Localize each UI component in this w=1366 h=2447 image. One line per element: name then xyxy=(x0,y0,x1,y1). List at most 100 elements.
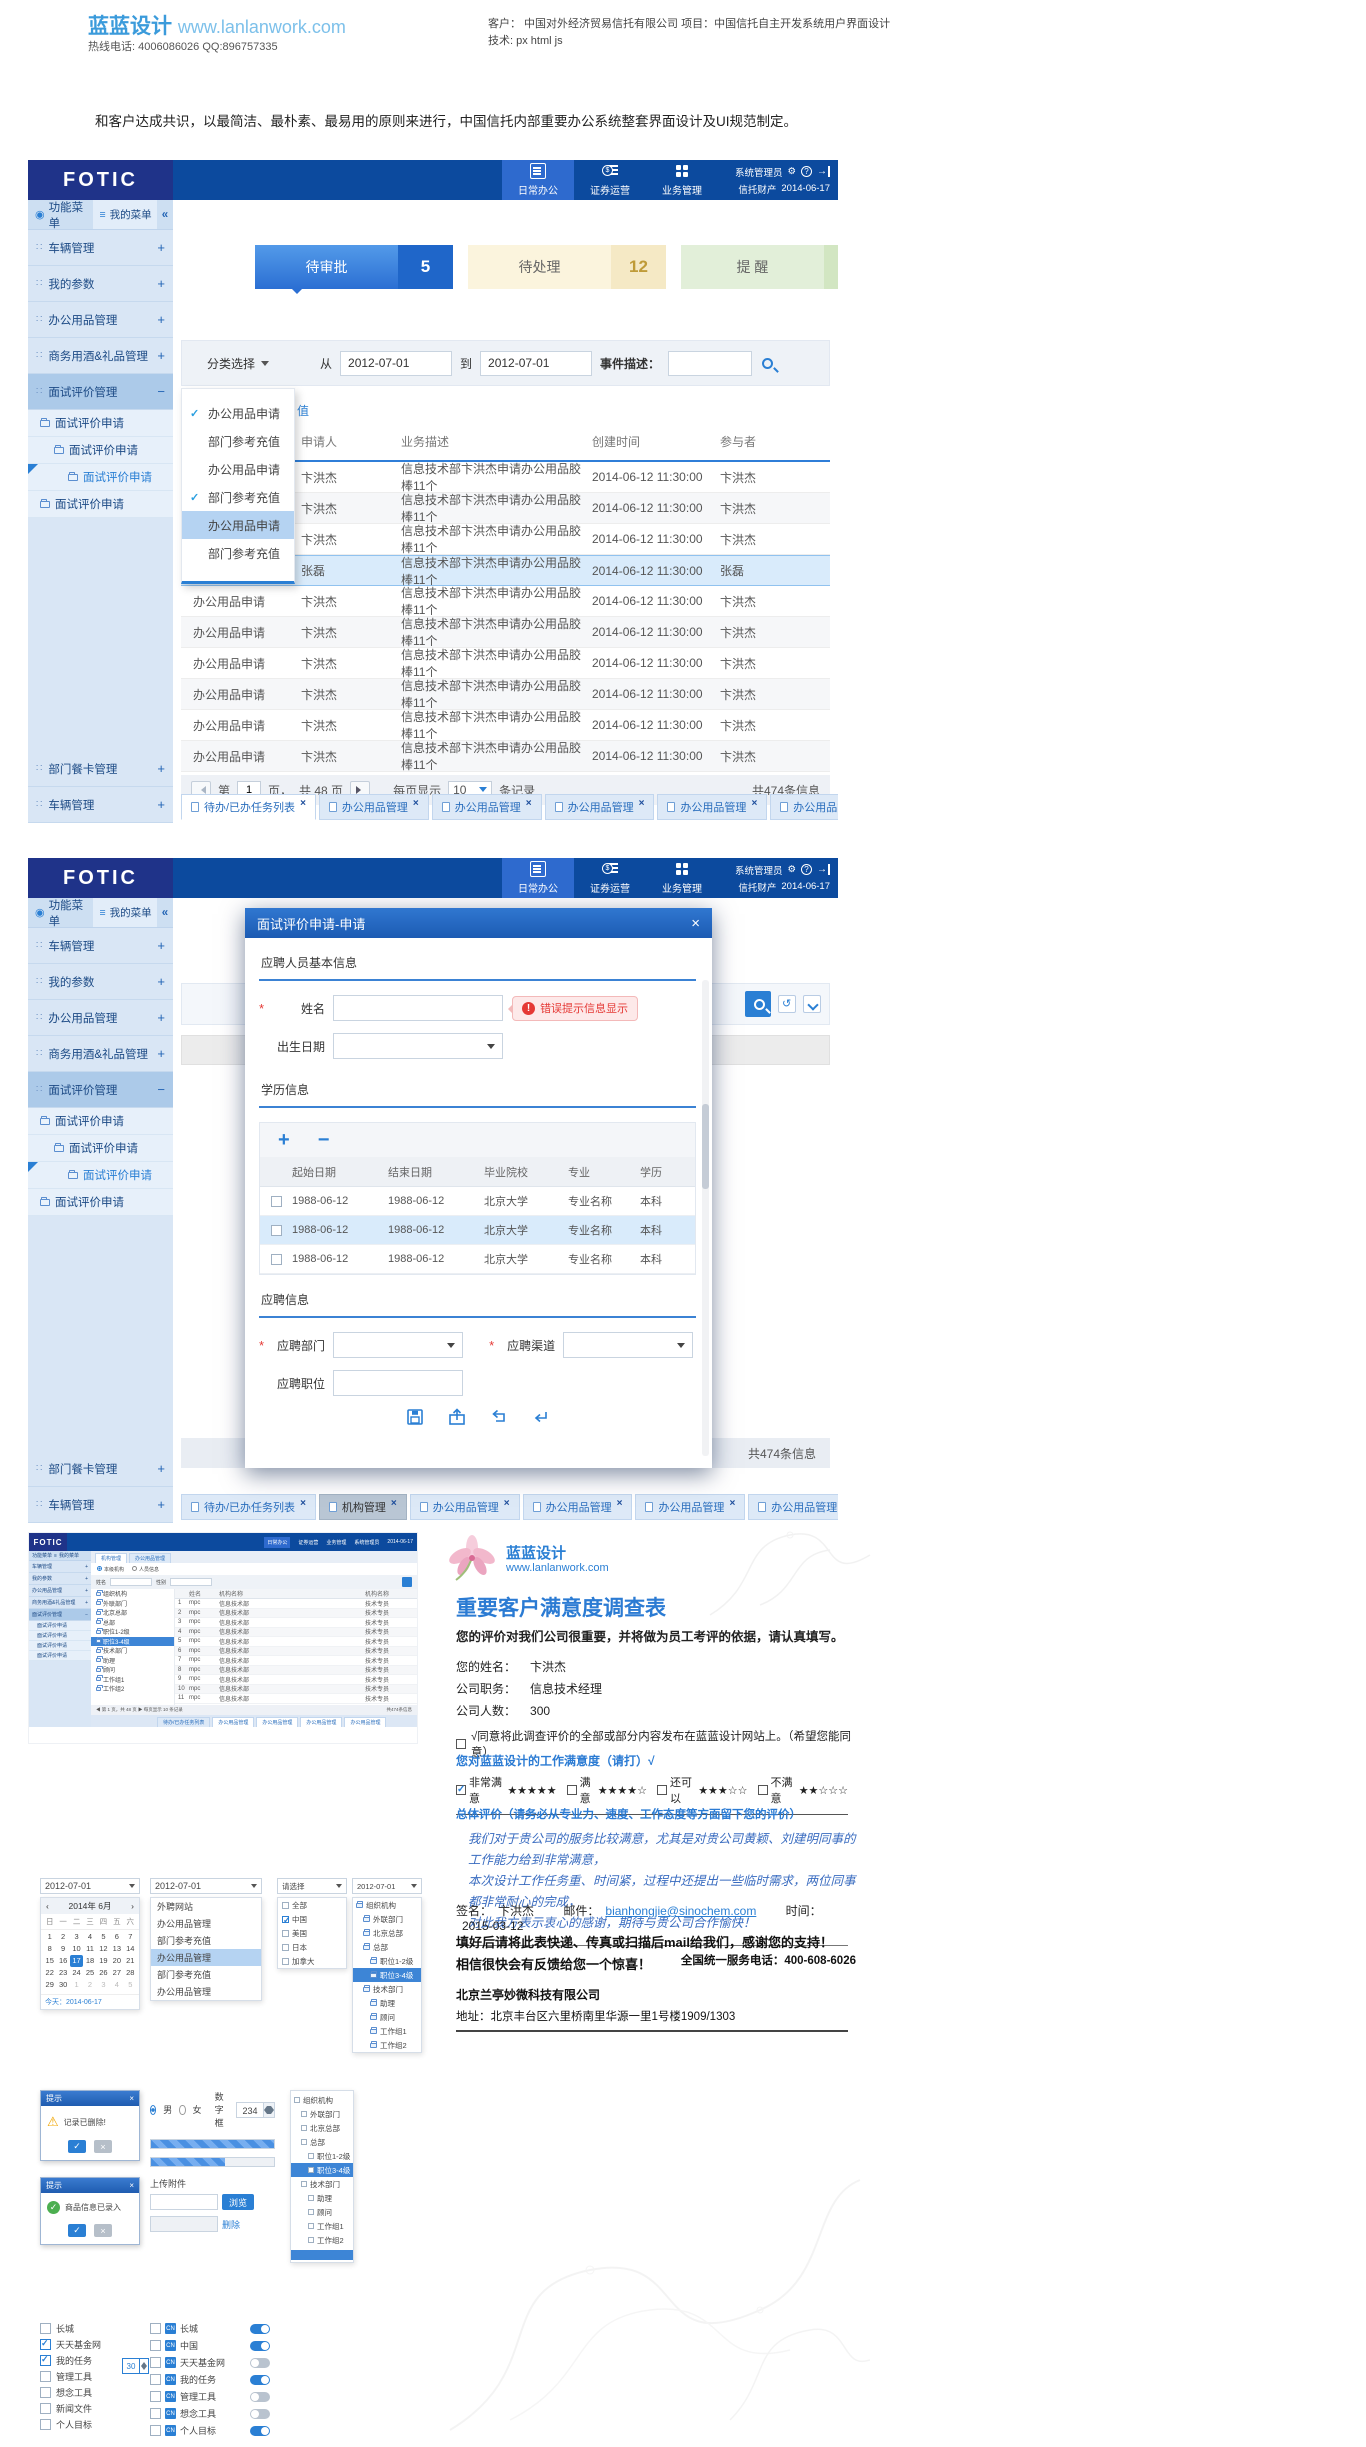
dropdown-option[interactable]: 办公用品申请 xyxy=(182,399,294,427)
calendar-day[interactable]: 26 xyxy=(97,1967,110,1979)
node-checkbox[interactable] xyxy=(294,2097,300,2103)
tree-node[interactable]: 工作组1 xyxy=(91,1675,174,1685)
toggle-list-item[interactable]: CN我的任务 xyxy=(150,2371,270,2388)
birth-date-select[interactable] xyxy=(333,1033,503,1059)
close-icon[interactable]: × xyxy=(729,1498,735,1509)
rating-checkbox[interactable] xyxy=(758,1785,768,1795)
sidebar-item[interactable]: 车辆管理+ xyxy=(28,928,173,964)
expand-toggle[interactable]: + xyxy=(157,240,165,255)
window-tab[interactable]: 办公用品管理× xyxy=(635,1494,745,1520)
name-filter-select[interactable] xyxy=(110,1578,152,1586)
tree-node[interactable]: 外联部门 xyxy=(91,1599,174,1609)
sidebar-item[interactable]: 部门餐卡管理+ xyxy=(28,751,173,787)
table-row[interactable]: 办公用品申请 卞洪杰 信息技术部卞洪杰申请办公用品胶棒11个 2014-06-1… xyxy=(181,679,830,710)
sidebar-tab-function[interactable]: ◉功能菜单 xyxy=(28,898,93,927)
multiselect-option[interactable]: 全部 xyxy=(278,1898,346,1912)
tree-node[interactable]: 总部 xyxy=(91,1618,174,1628)
expand-toggle[interactable]: + xyxy=(157,1461,165,1476)
node-checkbox[interactable] xyxy=(301,2139,307,2145)
calendar-day[interactable]: 23 xyxy=(56,1967,69,1979)
dropdown-option[interactable]: 办公用品申请 xyxy=(182,455,294,483)
node-checkbox[interactable] xyxy=(308,2223,314,2229)
window-tab[interactable]: 机构管理 xyxy=(95,1553,127,1563)
item-checkbox[interactable] xyxy=(40,2387,51,2398)
item-checkbox[interactable] xyxy=(150,2408,161,2419)
option-checkbox[interactable] xyxy=(282,1930,289,1937)
sidebar-subitem[interactable]: 面试评价申请 xyxy=(29,1651,91,1661)
dropdown-option[interactable]: 办公用品管理 xyxy=(151,1983,261,2000)
tree-node[interactable]: 外联部门 xyxy=(353,1912,421,1926)
pagination[interactable]: ◀ 第 1 页，共 48 页 ▶ 每页显示 10 条记录 xyxy=(96,1707,183,1713)
close-icon[interactable]: × xyxy=(129,2094,134,2103)
sidebar-subitem[interactable]: 面试评价申请 xyxy=(28,491,173,518)
table-row[interactable]: 办公用品申请 卞洪杰 信息技术部卞洪杰申请办公用品胶棒11个 2014-06-1… xyxy=(181,586,830,617)
sidebar-item[interactable]: 我的参数+ xyxy=(28,964,173,1000)
date-input[interactable]: 2012-07-01 xyxy=(40,1878,140,1894)
sidebar-subitem[interactable]: 面试评价申请 xyxy=(28,1108,173,1135)
nav-securities[interactable]: 证券运营 xyxy=(574,858,646,898)
window-tab[interactable]: 办公用品管理× xyxy=(319,794,429,820)
window-tab[interactable]: 办公用品管理 xyxy=(212,1717,254,1727)
tree-node[interactable]: 技术部门 xyxy=(291,2177,353,2191)
nav-business[interactable]: 业务管理 xyxy=(646,858,718,898)
table-row[interactable]: 9mpc信息技术部技术专员 xyxy=(175,1675,417,1685)
window-tab[interactable]: 办公用品管理× xyxy=(657,794,767,820)
search-icon[interactable] xyxy=(762,358,773,369)
table-row[interactable]: 办公用品申请 卞洪杰 信息技术部卞洪杰申请办公用品胶棒11个 2014-06-1… xyxy=(181,648,830,679)
checklist-item[interactable]: 想念工具 xyxy=(40,2384,145,2400)
window-tab[interactable]: 办公用品管理 xyxy=(256,1717,298,1727)
toggle-list-item[interactable]: CN长城 xyxy=(150,2320,270,2337)
refresh-icon[interactable] xyxy=(778,995,796,1013)
tree-node[interactable]: 职位1-2级 xyxy=(291,2149,353,2163)
dropdown-input[interactable]: 2012-07-01 xyxy=(150,1878,262,1894)
number-stepper[interactable]: 234 xyxy=(236,2102,275,2118)
rating-checkbox[interactable] xyxy=(657,1785,667,1795)
tree-node[interactable]: 助理 xyxy=(353,1996,421,2010)
window-tab[interactable]: 办公用品管理× xyxy=(523,1494,633,1520)
tree-node[interactable]: 工作组2 xyxy=(91,1684,174,1694)
tab-label[interactable]: 我的菜单 xyxy=(59,1552,79,1559)
close-icon[interactable]: × xyxy=(639,798,645,809)
nav-daily-office[interactable]: 日常办公 xyxy=(502,160,574,200)
date-to-input[interactable] xyxy=(480,351,592,376)
dropdown-option[interactable]: 外聘网站 xyxy=(151,1898,261,1915)
sidebar-subitem[interactable]: 面试评价申请 xyxy=(28,1189,173,1216)
window-tab[interactable]: 待办/已办任务列表 xyxy=(157,1717,210,1727)
sidebar-subitem[interactable]: 面试评价申请 xyxy=(28,464,173,491)
toggle-switch[interactable] xyxy=(250,2341,270,2351)
tree-node[interactable]: 外联部门 xyxy=(291,2107,353,2121)
calendar-day[interactable]: 8 xyxy=(43,1943,56,1955)
multiselect-option[interactable]: 加拿大 xyxy=(278,1954,346,1968)
calendar-day[interactable]: 4 xyxy=(110,1979,123,1991)
sidebar-subitem[interactable]: 面试评价申请 xyxy=(29,1631,91,1641)
nav-securities[interactable]: 证券运营 xyxy=(574,160,646,200)
toggle-switch[interactable] xyxy=(250,2324,270,2334)
sidebar-item[interactable]: 办公用品管理+ xyxy=(28,1000,173,1036)
calendar-day[interactable]: 9 xyxy=(56,1943,69,1955)
rating-option[interactable]: 满意★★★★☆ xyxy=(567,1774,647,1806)
calendar-day[interactable]: 24 xyxy=(70,1967,83,1979)
rating-option[interactable]: 不满意★★☆☆☆ xyxy=(758,1774,849,1806)
collapse-icon[interactable]: « xyxy=(157,200,173,229)
item-checkbox[interactable] xyxy=(150,2374,161,2385)
channel-select[interactable] xyxy=(563,1332,693,1358)
expand-toggle[interactable]: + xyxy=(157,1046,165,1061)
edu-row[interactable]: 1988-06-12 1988-06-12 北京大学 专业名称 本科 xyxy=(260,1245,695,1274)
dropdown-option[interactable]: 部门参考充值 xyxy=(182,427,294,455)
tree-node[interactable]: 职位3-4级 xyxy=(91,1637,174,1647)
tree-node[interactable]: 职位3-4级 xyxy=(353,1968,421,1982)
save-icon[interactable] xyxy=(406,1408,424,1426)
node-checkbox[interactable] xyxy=(308,2209,314,2215)
logout-icon[interactable]: → xyxy=(817,864,830,875)
calendar-day[interactable]: 2 xyxy=(83,1979,96,1991)
toggle-switch[interactable] xyxy=(250,2375,270,2385)
sidebar-item[interactable]: 商务用酒&礼品管理+ xyxy=(28,338,173,374)
sidebar-item[interactable]: 我的参数+ xyxy=(29,1573,91,1585)
close-icon[interactable]: × xyxy=(300,1498,306,1509)
node-checkbox[interactable] xyxy=(301,2181,307,2187)
calendar-day[interactable]: 1 xyxy=(70,1979,83,1991)
toggle-switch[interactable] xyxy=(250,2426,270,2436)
window-tab[interactable]: 机构管理× xyxy=(319,1494,407,1520)
sidebar-tab-my[interactable]: ≡我的菜单 xyxy=(93,898,158,927)
expand-toggle[interactable]: + xyxy=(157,1010,165,1025)
